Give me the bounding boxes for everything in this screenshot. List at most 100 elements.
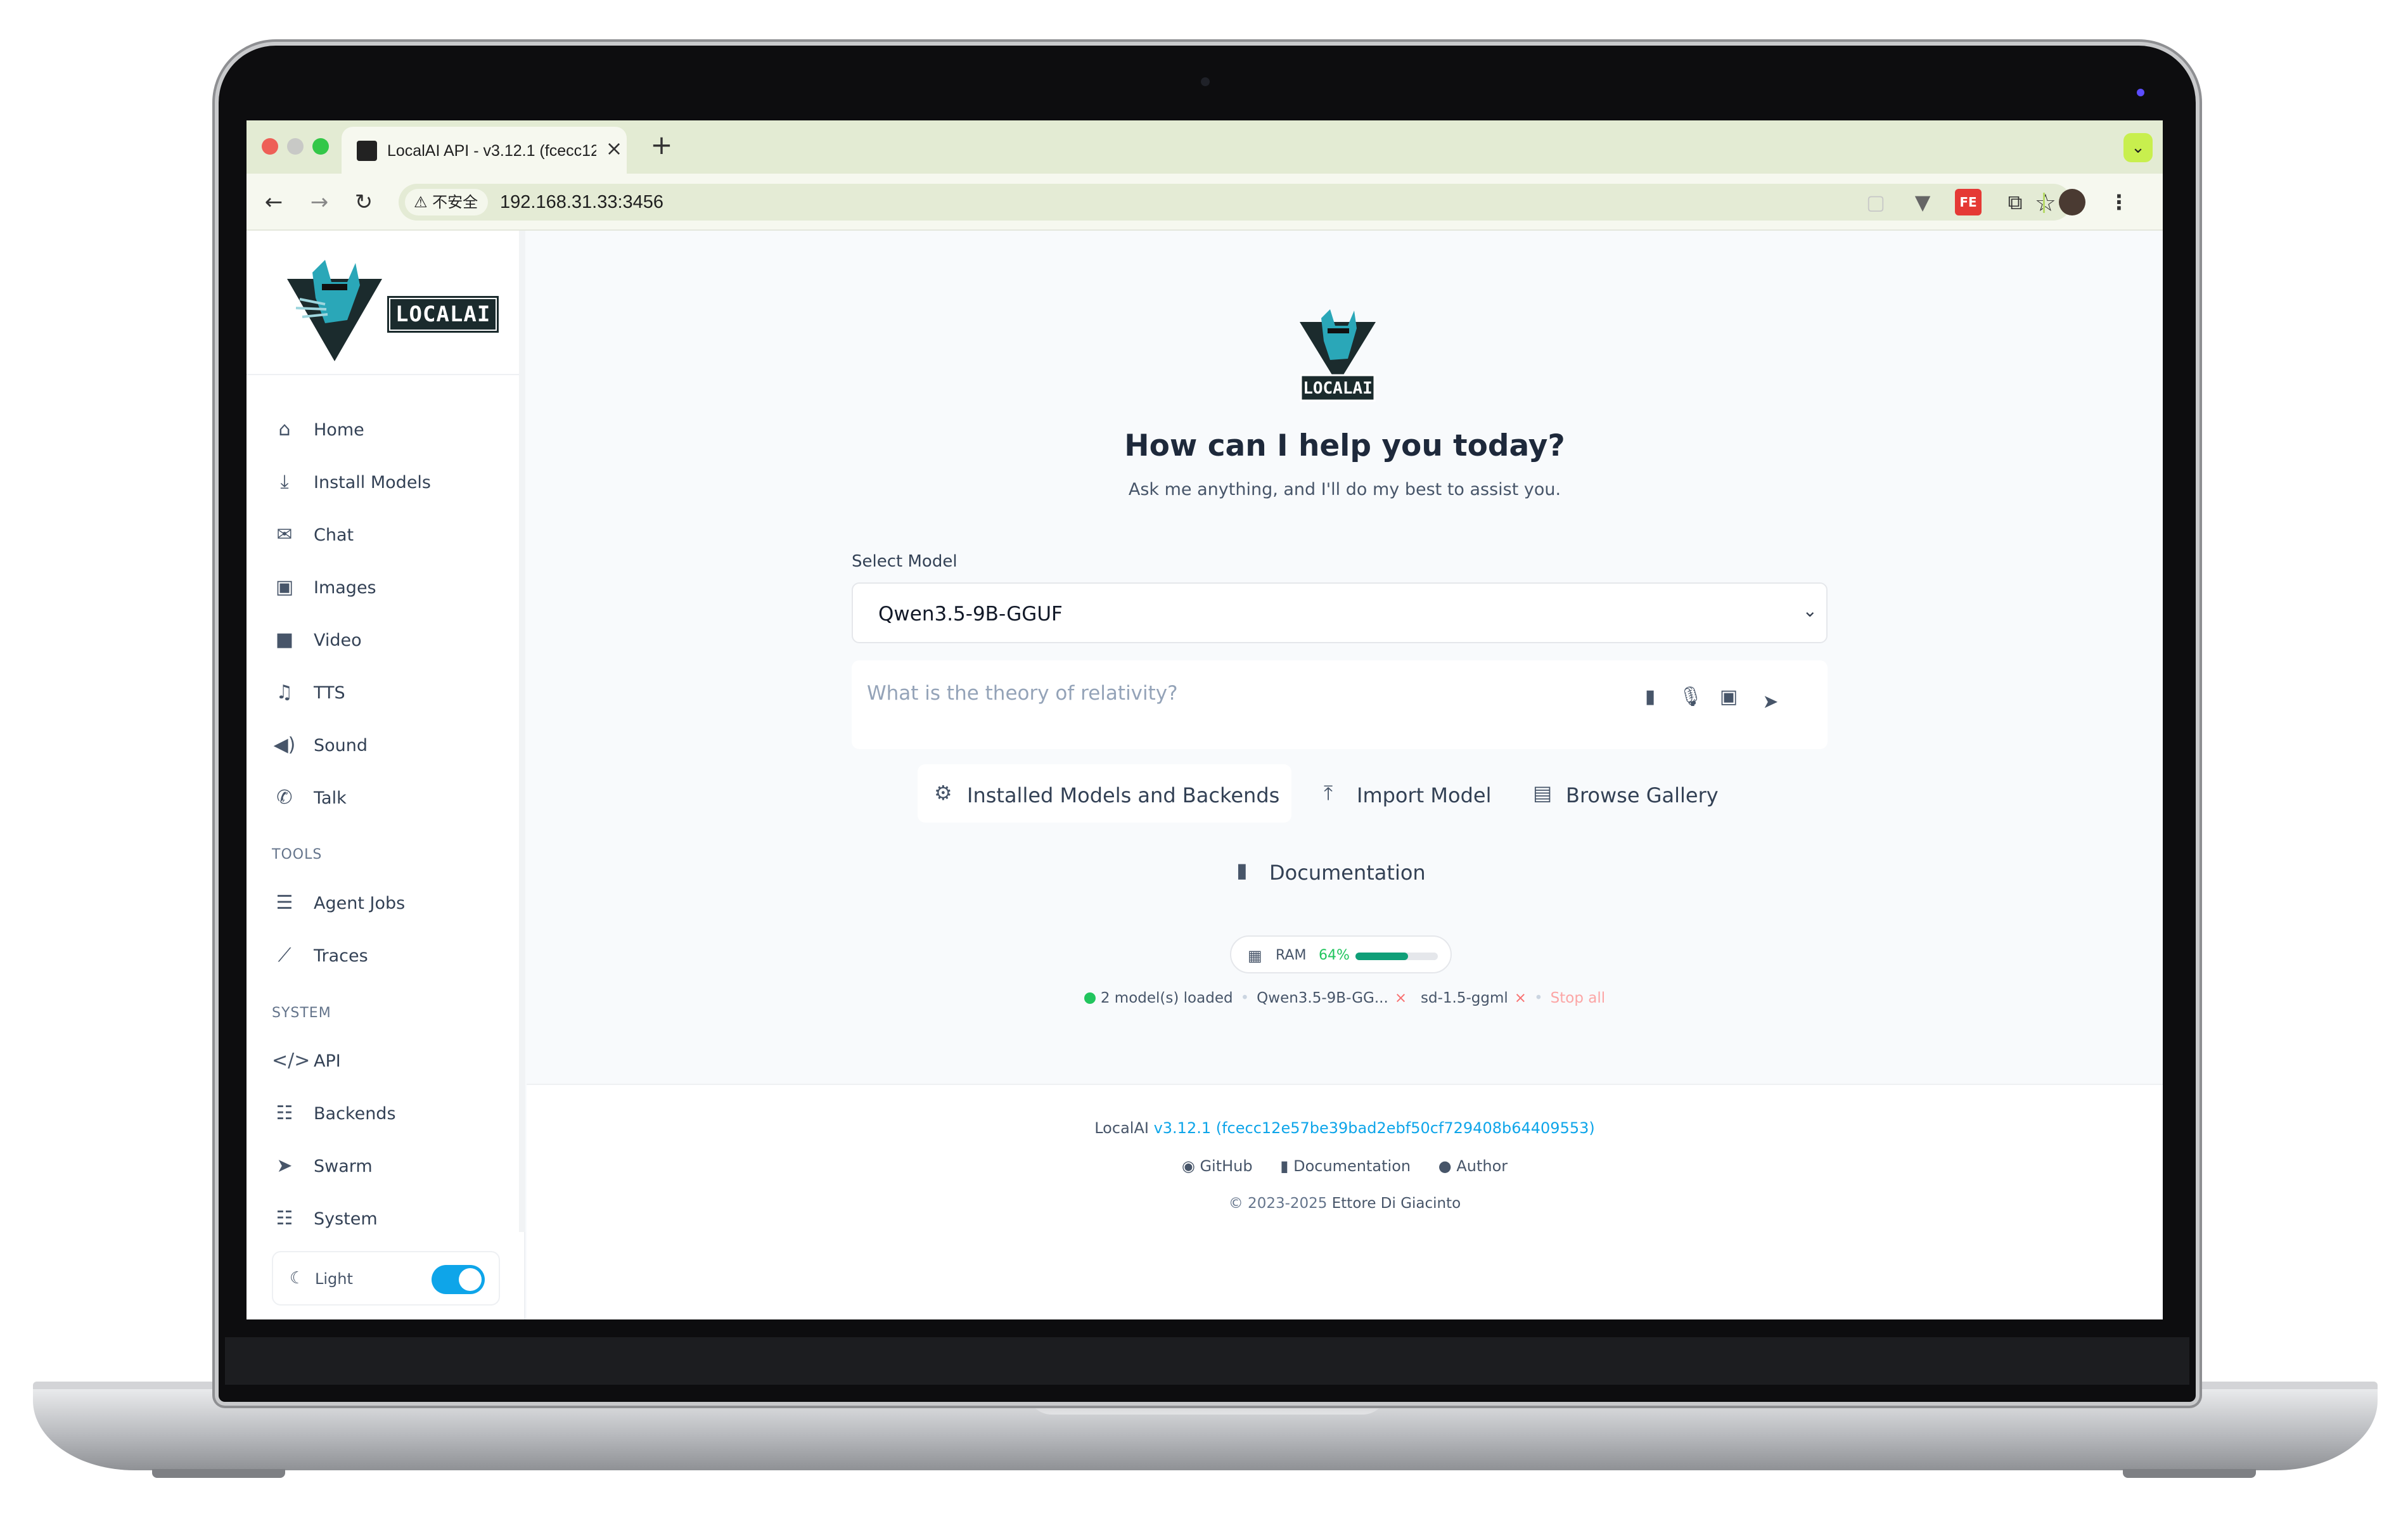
reload-icon[interactable]: ↻ <box>349 188 378 217</box>
section-label-tools: TOOLS <box>272 847 323 863</box>
sidebar-item-install-models[interactable]: ⤓ Install Models <box>272 463 500 501</box>
laptop-foot-right <box>2123 1469 2256 1478</box>
author-name[interactable]: Ettore Di Giacinto <box>1332 1195 1461 1212</box>
tab-close-button[interactable]: × <box>603 136 625 161</box>
forward-arrow-icon[interactable]: → <box>305 188 334 217</box>
model-select[interactable]: Qwen3.5-9B-GGUF ⌄ <box>852 582 1828 643</box>
version-link[interactable]: v3.12.1 (fcecc12e57be39bad2ebf50cf729408… <box>1154 1119 1595 1137</box>
speaker-icon: ◀) <box>273 734 296 756</box>
browse-gallery-button[interactable]: ▤ Browse Gallery <box>1516 764 1732 823</box>
status-led <box>2137 89 2144 96</box>
music-icon: ♫ <box>276 681 293 703</box>
loaded-models-status: 2 model(s) loaded • Qwen3.5-9B-GG... × sd-1… <box>527 990 2163 1006</box>
ram-usage-indicator: ▦ RAM 64% <box>1230 935 1452 973</box>
github-link[interactable]: ◉ GitHub <box>1182 1157 1253 1175</box>
sidebar-item-label: Sound <box>314 736 368 755</box>
sidebar-item-home[interactable]: ⌂ Home <box>272 411 500 449</box>
laptop-bezel-bottom <box>225 1337 2189 1385</box>
sidebar-item-video[interactable]: ■ Video <box>272 621 500 659</box>
insecure-label: 不安全 <box>432 193 478 211</box>
tab-search-button[interactable]: ⌄ <box>2123 133 2153 162</box>
localai-logo-icon: LOCALAI <box>1300 309 1376 402</box>
browser-tab[interactable]: LocalAI API - v3.12.1 (fcecc12e57be39bad… <box>342 127 627 174</box>
stop-all-button[interactable]: Stop all <box>1551 990 1605 1006</box>
sidebar-item-backends[interactable]: ☷ Backends <box>272 1094 500 1133</box>
page-title: How can I help you today? <box>1124 428 1565 463</box>
documentation-button[interactable]: ▮ Documentation <box>1220 842 1461 900</box>
upload-icon: ⤒ <box>1324 781 1333 805</box>
minimize-window-button[interactable] <box>287 138 304 155</box>
import-model-button[interactable]: ⤒ Import Model <box>1307 764 1497 823</box>
documentation-link[interactable]: ▮ Documentation <box>1280 1157 1411 1175</box>
chevron-down-icon: ⌄ <box>1802 600 1817 621</box>
gear-icon: ⚙ <box>934 781 952 805</box>
sidebar-item-tts[interactable]: ♫ TTS <box>272 674 500 712</box>
separator: • <box>1534 990 1543 1006</box>
send-icon[interactable]: ➤ <box>1757 688 1784 716</box>
prompt-input[interactable]: What is the theory of relativity? ▮ 🎙︎ ▣… <box>852 660 1828 749</box>
macbook-mockup: LocalAI API - v3.12.1 (fcecc12e57be39bad… <box>0 0 2408 1521</box>
screen: LocalAI API - v3.12.1 (fcecc12e57be39bad… <box>247 120 2163 1319</box>
back-arrow-icon[interactable]: ← <box>259 188 288 217</box>
sidebar-item-traces[interactable]: ⟋ Traces <box>272 937 500 975</box>
button-label: Documentation <box>1269 861 1426 885</box>
sidebar-item-api[interactable]: </> API <box>272 1042 500 1080</box>
moon-icon: ☾ <box>290 1269 305 1288</box>
url-text[interactable]: 192.168.31.33:3456 <box>500 192 663 213</box>
image-icon: ▣ <box>275 576 294 598</box>
browser-menu-icon[interactable]: ⋮ <box>2106 189 2132 215</box>
page-subtitle: Ask me anything, and I'll do my best to … <box>1128 480 1561 499</box>
extensions-puzzle-icon[interactable]: ⧉ <box>2002 189 2028 215</box>
server-icon: ☷ <box>276 1102 293 1124</box>
author-link[interactable]: ● Author <box>1438 1157 1508 1175</box>
extension-icon[interactable]: ▢ <box>1862 189 1889 215</box>
sidebar-item-swarm[interactable]: ➤ Swarm <box>272 1147 500 1185</box>
maximize-window-button[interactable] <box>312 138 329 155</box>
new-tab-button[interactable]: + <box>646 129 677 161</box>
sidebar-item-agent-jobs[interactable]: ☰ Agent Jobs <box>272 884 500 922</box>
download-icon: ⤓ <box>280 471 289 493</box>
sidebar-item-label: Traces <box>314 946 368 966</box>
extension-fe-icon[interactable]: FE <box>1955 189 1982 215</box>
select-model-label: Select Model <box>852 552 957 571</box>
sidebar-scrollbar[interactable] <box>519 231 525 1232</box>
sidebar-item-system[interactable]: ☷ System <box>272 1200 500 1238</box>
theme-toggle[interactable] <box>432 1265 485 1294</box>
localai-logo-icon <box>287 260 382 361</box>
sidebar-item-label: Images <box>314 578 376 598</box>
footer-links: ◉ GitHub ▮ Documentation ● Author <box>527 1157 2163 1175</box>
logo-wordmark: LOCALAI <box>389 298 497 331</box>
attach-image-icon[interactable]: ▣ <box>1715 683 1743 711</box>
profile-avatar[interactable] <box>2059 189 2085 215</box>
unload-model-button[interactable]: × <box>1515 990 1527 1006</box>
installed-models-button[interactable]: ⚙ Installed Models and Backends <box>918 764 1291 823</box>
site-info-chip[interactable]: ⚠ 不安全 <box>405 189 489 215</box>
browser-tab-bar: LocalAI API - v3.12.1 (fcecc12e57be39bad… <box>247 120 2163 174</box>
sidebar-item-chat[interactable]: ✉ Chat <box>272 516 500 554</box>
documentation-label: Documentation <box>1293 1157 1411 1175</box>
button-label: Installed Models and Backends <box>967 783 1280 807</box>
ram-label: RAM <box>1276 947 1307 963</box>
sidebar-item-sound[interactable]: ◀) Sound <box>272 726 500 764</box>
vue-devtools-icon[interactable]: ▼ <box>1909 189 1936 215</box>
book-icon: ▮ <box>1280 1157 1294 1175</box>
prompt-placeholder: What is the theory of relativity? <box>867 682 1178 705</box>
sidebar-item-talk[interactable]: ✆ Talk <box>272 779 500 817</box>
attach-file-icon[interactable]: ▮ <box>1636 683 1664 711</box>
server-icon: ☷ <box>276 1207 293 1229</box>
toolbar-divider <box>2043 193 2045 213</box>
sidebar-item-label: Agent Jobs <box>314 894 406 913</box>
sidebar-item-images[interactable]: ▣ Images <box>272 568 500 606</box>
version-line: LocalAI v3.12.1 (fcecc12e57be39bad2ebf50… <box>527 1119 2163 1137</box>
close-window-button[interactable] <box>262 138 278 155</box>
button-label: Import Model <box>1357 783 1492 807</box>
sidebar-logo[interactable]: LOCALAI <box>247 231 525 375</box>
unload-model-button[interactable]: × <box>1395 990 1407 1006</box>
bookmark-star-icon[interactable]: ☆ <box>2035 189 2056 217</box>
memory-icon: ▦ <box>1248 947 1262 965</box>
sidebar-item-label: Video <box>314 631 362 650</box>
address-bar[interactable]: ⚠ 不安全 192.168.31.33:3456 ☆ <box>399 184 2072 221</box>
microphone-icon[interactable]: 🎙︎ <box>1677 683 1705 711</box>
sidebar-item-label: Home <box>314 420 364 440</box>
sidebar-item-label: System <box>314 1209 378 1229</box>
